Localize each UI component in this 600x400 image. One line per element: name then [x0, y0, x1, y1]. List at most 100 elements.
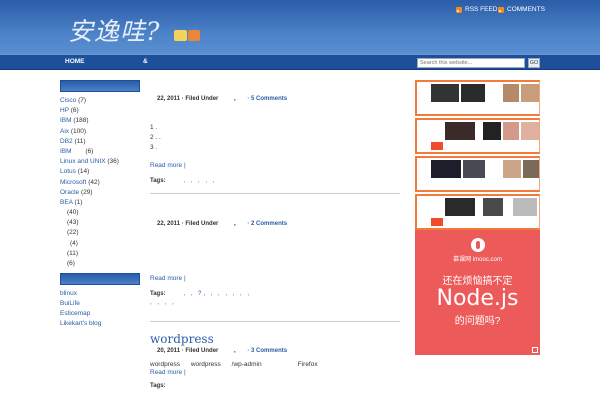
category-item[interactable]: (40)	[60, 208, 140, 218]
sidebar: Cisco (7) HP (6) IBM (188) Aix (100) DB2 (11…	[60, 80, 140, 329]
post-meta: 22, 2011 · Filed Under , · 2 Comments	[157, 221, 288, 227]
category-item[interactable]: (11)	[60, 249, 140, 259]
search-go-button[interactable]: GO	[528, 58, 540, 68]
category-count: (42)	[88, 178, 100, 186]
post-meta: 22, 2011 · Filed Under , · 5 Comments	[157, 96, 288, 102]
category-link[interactable]: Oracle	[60, 189, 79, 196]
category-link[interactable]: IBM	[60, 148, 72, 155]
category-link[interactable]: IBM	[60, 117, 72, 124]
category-link[interactable]: BEA	[60, 199, 73, 206]
tag-links[interactable]: , , , , ,	[183, 178, 216, 184]
blogroll-item[interactable]: Likekart's blog	[60, 319, 140, 329]
ad-column: 慕课网 imooc.com 还在烦恼搞不定 Node.js 的问题吗?	[415, 80, 540, 355]
category-item[interactable]: Linux and UNIX (36)	[60, 157, 140, 167]
category-count: (6)	[67, 260, 75, 267]
category-item[interactable]: Aix (100)	[60, 127, 140, 137]
post-divider	[150, 193, 400, 194]
blogroll-link[interactable]: Esticemap	[60, 310, 90, 317]
category-count: (36)	[107, 158, 119, 166]
category-item[interactable]: Lotus (14)	[60, 167, 140, 177]
category-count: (4)	[70, 239, 78, 247]
nav-item-amp[interactable]: &	[143, 58, 148, 65]
tag-links-row2[interactable]: , , , ,	[150, 300, 400, 306]
ad-banner-1[interactable]	[415, 80, 540, 116]
category-count: (14)	[77, 168, 90, 176]
post-filed: · Filed Under	[181, 221, 219, 227]
post-comments-link[interactable]: · 3 Comments	[247, 348, 287, 354]
tags-label: Tags:	[150, 178, 166, 184]
category-count: (6)	[85, 147, 94, 155]
logo-badge-icon	[174, 30, 204, 42]
post-tags: Tags: , , ?, , , , , , , , , , ,	[150, 290, 400, 306]
links-widget-header	[60, 273, 140, 286]
blogroll-item[interactable]: BuiLife	[60, 299, 140, 309]
category-item[interactable]: (22)	[60, 228, 140, 238]
category-link[interactable]: Linux and UNIX	[60, 158, 106, 165]
category-item[interactable]: BEA (1)	[60, 198, 140, 208]
category-item[interactable]: (43)	[60, 218, 140, 228]
post-2: 22, 2011 · Filed Under , · 2 Comments Re…	[150, 221, 400, 306]
category-item[interactable]: Cisco (7)	[60, 96, 140, 106]
categories-widget-header	[60, 80, 140, 92]
category-count: (100)	[70, 127, 87, 135]
category-item[interactable]: IBM (188)	[60, 116, 140, 126]
category-link[interactable]: Aix	[60, 128, 69, 135]
post-divider	[150, 321, 400, 322]
tag-links[interactable]: , , ?, , , , , , ,	[183, 291, 251, 297]
search-input[interactable]	[417, 58, 525, 68]
post-meta: 20, 2011 · Filed Under , · 3 Comments	[157, 348, 288, 354]
post-comments-link[interactable]: · 5 Comments	[247, 96, 287, 102]
post-date: 20, 2011	[157, 348, 181, 354]
mooc-flame-icon	[471, 238, 485, 252]
blogroll-link[interactable]: blinux	[60, 290, 77, 297]
category-item[interactable]: HP (6)	[60, 106, 140, 116]
blogroll-link[interactable]: BuiLife	[60, 300, 80, 307]
category-count: (6)	[70, 107, 79, 115]
category-link[interactable]: Lotus	[60, 168, 76, 175]
category-item[interactable]: (6)	[60, 259, 140, 269]
mooc-line-1: 还在烦恼搞不定	[442, 276, 513, 287]
post-tags: Tags:	[150, 382, 400, 389]
category-item[interactable]: DB2 (11)	[60, 137, 140, 147]
tags-label: Tags:	[150, 383, 166, 389]
category-link[interactable]: Microsoft	[60, 179, 86, 186]
category-item[interactable]: (4)	[60, 239, 140, 249]
post-title-link[interactable]: wordpress	[150, 332, 400, 346]
rss-feed-link[interactable]: RSS FEED	[456, 6, 498, 13]
mooc-line-3: 的问题吗?	[454, 316, 501, 327]
blogroll-item[interactable]: blinux	[60, 289, 140, 299]
ad-banner-4[interactable]	[415, 194, 540, 230]
mooc-ad-banner[interactable]: 慕课网 imooc.com 还在烦恼搞不定 Node.js 的问题吗?	[415, 230, 540, 355]
main-content: 22, 2011 · Filed Under , · 5 Comments 1 …	[150, 80, 400, 400]
nav-home[interactable]: HOME	[65, 58, 85, 65]
ad-banner-2[interactable]	[415, 118, 540, 154]
read-more-link[interactable]: Read more |	[150, 162, 400, 169]
category-link[interactable]: Cisco	[60, 97, 76, 104]
rss-icon	[498, 6, 504, 13]
ad-banner-3[interactable]	[415, 156, 540, 192]
read-more-link[interactable]: Read more |	[150, 369, 400, 376]
main-nav: HOME & GO	[0, 54, 600, 70]
post-body-line: 3 .	[150, 144, 158, 151]
post-body-line: 2 . .	[150, 134, 161, 141]
post-body: 1 . 2 . . 3 .	[150, 124, 400, 154]
category-count: (1)	[74, 198, 83, 206]
post-comments-link[interactable]: · 2 Comments	[247, 221, 287, 227]
category-link[interactable]: HP	[60, 107, 69, 114]
blogroll-item[interactable]: Esticemap	[60, 309, 140, 319]
rss-icon	[456, 6, 462, 13]
category-link[interactable]: DB2	[60, 138, 73, 145]
ad-close-icon[interactable]	[532, 347, 538, 353]
category-item[interactable]: Microsoft (42)	[60, 178, 140, 188]
category-count: (40)	[67, 209, 79, 217]
category-item[interactable]: IBM (6)	[60, 147, 140, 157]
mooc-line-2: Node.js	[436, 286, 519, 311]
site-logo[interactable]: 安逸哇?	[68, 12, 160, 48]
read-more-link[interactable]: Read more |	[150, 275, 400, 282]
category-item[interactable]: Oracle (29)	[60, 188, 140, 198]
post-filed: · Filed Under	[181, 348, 219, 354]
tags-label: Tags:	[150, 291, 166, 297]
category-count: (7)	[78, 97, 87, 104]
comments-feed-link[interactable]: COMMENTS	[498, 6, 545, 13]
blogroll-link[interactable]: Likekart's blog	[60, 320, 101, 327]
